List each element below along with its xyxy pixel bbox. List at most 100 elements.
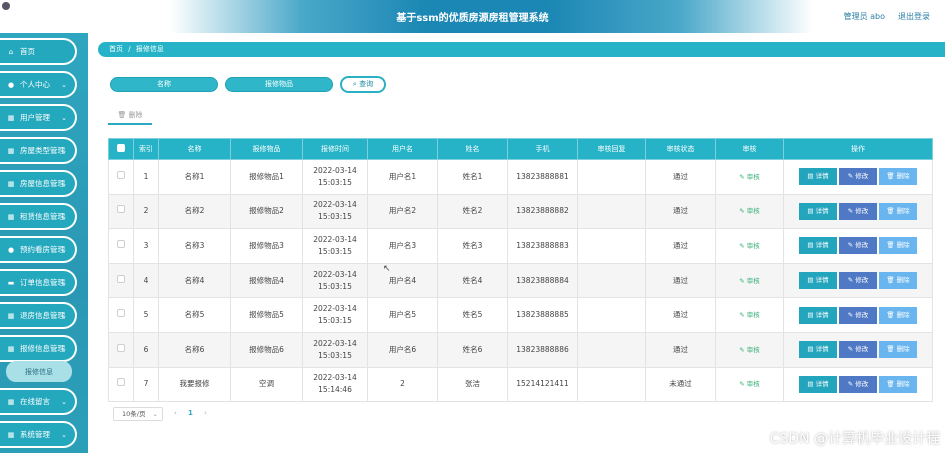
cell-index: 5: [133, 297, 159, 333]
delete-button[interactable]: 🗑 删除: [879, 168, 917, 186]
pager-prev-button[interactable]: ‹: [174, 409, 177, 417]
delete-button[interactable]: 🗑 删除: [879, 272, 917, 290]
audit-link[interactable]: ✎ 审核: [739, 207, 760, 215]
breadcrumb-separator: /: [128, 45, 131, 53]
chevron-down-icon: ⌄: [61, 81, 67, 89]
submenu-item-repair-info[interactable]: 报修信息: [6, 361, 72, 382]
table-row: 2 名称2 报修物品2 2022-03-14 15:03:15 用户名2 姓名2 13823…: [108, 193, 933, 230]
sidebar-item-8[interactable]: ▦ 退房信息管理 ⌄: [0, 302, 77, 329]
cell-item: 报修物品2: [230, 193, 303, 230]
row-checkbox[interactable]: [108, 193, 134, 230]
delete-button[interactable]: 🗑 删除: [879, 237, 917, 255]
item-search-input[interactable]: 报修物品: [225, 77, 333, 92]
edit-button-label: 修改: [855, 172, 869, 181]
cell-phone: 13823888884: [507, 262, 578, 299]
cell-reply: [577, 262, 646, 299]
sidebar-item-4[interactable]: ▦ 房屋信息管理 ⌄: [0, 170, 77, 197]
edit-button[interactable]: ✎ 修改: [839, 202, 877, 220]
delete-button[interactable]: 🗑 删除: [879, 202, 917, 220]
cell-username: 用户名2: [367, 193, 438, 230]
detail-button[interactable]: ▤ 详情: [799, 202, 837, 220]
sidebar-item-6[interactable]: ● 预约看房管理 ⌄: [0, 236, 77, 263]
row-checkbox[interactable]: [108, 262, 134, 299]
edit-button[interactable]: ✎ 修改: [839, 375, 877, 393]
detail-button[interactable]: ▤ 详情: [799, 237, 837, 255]
audit-link[interactable]: ✎ 审核: [739, 346, 760, 354]
name-search-input[interactable]: 名称: [110, 77, 218, 92]
pencil-icon: ✎: [739, 345, 747, 354]
sidebar-item-9[interactable]: ▦ 报修信息管理 ⌄: [0, 335, 77, 362]
row-checkbox[interactable]: [108, 228, 134, 264]
sidebar-item-5[interactable]: ▦ 租赁信息管理 ⌄: [0, 203, 77, 230]
page-size-select[interactable]: 10条/页 ⌄: [113, 407, 163, 421]
detail-button[interactable]: ▤ 详情: [799, 375, 837, 393]
cell-status: 通过: [645, 297, 716, 333]
detail-button[interactable]: ▤ 详情: [799, 306, 837, 324]
sidebar-item-label: 预约看房管理: [20, 245, 65, 254]
cell-index: 1: [133, 159, 159, 195]
column-header: 姓名: [437, 138, 508, 160]
cell-phone: 15214121411: [507, 366, 578, 403]
edit-button[interactable]: ✎ 修改: [839, 272, 877, 290]
audit-link[interactable]: ✎ 审核: [739, 277, 760, 285]
pencil-icon: ✎: [739, 380, 747, 389]
pager-page-1[interactable]: 1: [188, 409, 193, 417]
cell-operations: ▤ 详情 ✎ 修改 🗑 删除: [783, 228, 933, 264]
table-row: 1 名称1 报修物品1 2022-03-14 15:03:15 用户名1 姓名1 13823…: [108, 159, 933, 195]
grid-icon: ▦: [7, 397, 15, 406]
audit-link[interactable]: ✎ 审核: [739, 311, 760, 319]
logout-link[interactable]: 退出登录: [898, 11, 930, 22]
edit-button[interactable]: ✎ 修改: [839, 168, 877, 186]
detail-button-label: 详情: [815, 345, 829, 354]
watermark: CSDN @计算机毕业设计程: [769, 431, 940, 447]
delete-button[interactable]: 🗑 删除: [879, 306, 917, 324]
row-checkbox[interactable]: [108, 331, 134, 368]
cell-audit: ✎ 审核: [715, 331, 784, 368]
column-header: 报修时间: [302, 138, 368, 160]
delete-button-label: 删除: [896, 241, 910, 250]
sidebar-item-10[interactable]: ▦ 在线留言 ⌄: [0, 388, 77, 415]
edit-button[interactable]: ✎ 修改: [839, 306, 877, 324]
sidebar-item-3[interactable]: ▦ 房屋类型管理 ⌄: [0, 137, 77, 164]
delete-button[interactable]: 🗑 删除: [879, 341, 917, 359]
audit-link[interactable]: ✎ 审核: [739, 242, 760, 250]
row-checkbox[interactable]: [108, 366, 134, 403]
edit-button-label: 修改: [855, 276, 869, 285]
sidebar-item-0[interactable]: ⌂ 首页: [0, 38, 77, 65]
delete-button-label: 删除: [896, 276, 910, 285]
sidebar-item-label: 租赁信息管理: [20, 212, 65, 221]
audit-label: 审核: [746, 276, 760, 285]
sidebar-item-7[interactable]: ▬ 订单信息管理 ⌄: [0, 269, 77, 296]
batch-delete-button[interactable]: 🗑 删除: [108, 107, 152, 125]
detail-button[interactable]: ▤ 详情: [799, 168, 837, 186]
pager-next-button[interactable]: ›: [204, 409, 207, 417]
sidebar-item-11[interactable]: ▦ 系统管理 ⌄: [0, 421, 77, 448]
edit-button-label: 修改: [855, 241, 869, 250]
cell-name: 名称6: [158, 331, 231, 368]
row-checkbox[interactable]: [108, 159, 134, 195]
breadcrumb-home[interactable]: 首页: [109, 45, 123, 53]
query-button[interactable]: ⌕ 查询: [340, 76, 386, 93]
cell-status: 通过: [645, 228, 716, 264]
edit-button[interactable]: ✎ 修改: [839, 237, 877, 255]
cell-index: 3: [133, 228, 159, 264]
sidebar-item-2[interactable]: ▦ 用户管理 ⌄: [0, 104, 77, 131]
edit-button[interactable]: ✎ 修改: [839, 341, 877, 359]
delete-button[interactable]: 🗑 删除: [879, 375, 917, 393]
audit-link[interactable]: ✎ 审核: [739, 173, 760, 181]
audit-label: 审核: [746, 241, 760, 250]
grid-icon: ▦: [7, 212, 15, 221]
column-header: 索引: [133, 138, 159, 160]
cell-time: 2022-03-14 15:03:15: [302, 297, 368, 333]
table-row: 7 我要报修 空调 2022-03-14 15:14:46 2 张洁 15214121411…: [108, 366, 933, 403]
select-all-checkbox[interactable]: [108, 138, 134, 160]
sidebar-item-1[interactable]: ● 个人中心 ⌄: [0, 71, 77, 98]
audit-link[interactable]: ✎ 审核: [739, 380, 760, 388]
trash-icon: 🗑: [117, 111, 127, 119]
row-checkbox[interactable]: [108, 297, 134, 333]
detail-button[interactable]: ▤ 详情: [799, 341, 837, 359]
detail-button-label: 详情: [815, 241, 829, 250]
cell-audit: ✎ 审核: [715, 228, 784, 264]
detail-button[interactable]: ▤ 详情: [799, 272, 837, 290]
cell-name: 名称2: [158, 193, 231, 230]
